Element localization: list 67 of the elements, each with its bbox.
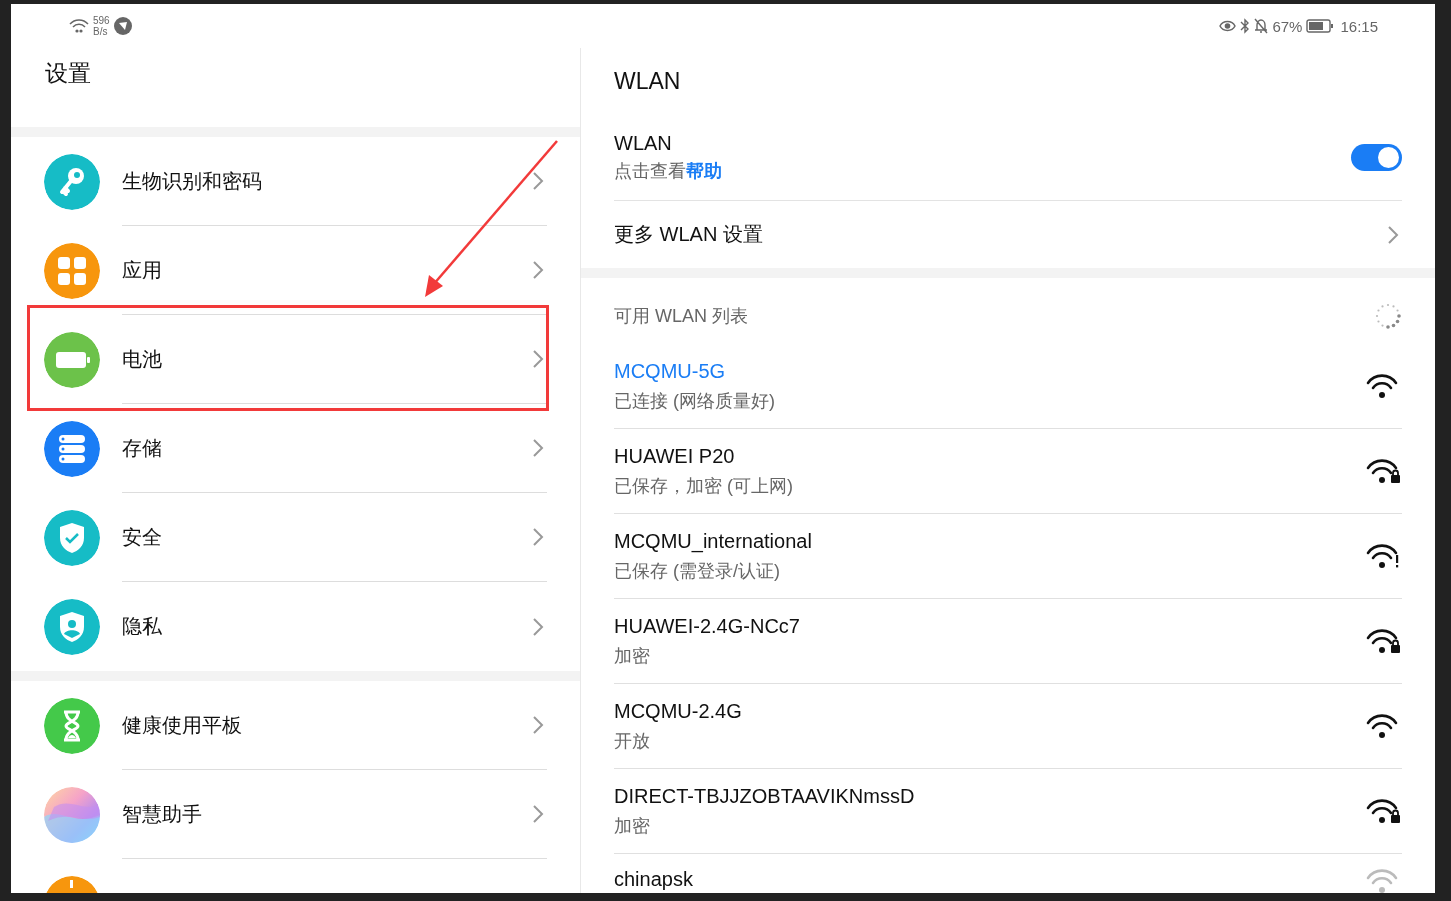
network-name: chinapsk	[614, 868, 693, 891]
wifi-lock-icon	[1366, 797, 1402, 825]
network-item[interactable]: MCQMU-5G 已连接 (网络质量好)	[614, 344, 1402, 429]
item-label: 生物识别和密码	[122, 168, 262, 194]
chevron-icon	[532, 804, 544, 824]
network-status: 已保存，加密 (可上网)	[614, 474, 793, 498]
panel-title: WLAN	[614, 67, 682, 96]
network-status: 开放	[614, 729, 651, 753]
section-header: 可用 WLAN 列表	[614, 305, 748, 328]
network-status: 已连接 (网络质量好)	[614, 389, 775, 413]
settings-item[interactable]: 生物识别和密码	[11, 137, 580, 226]
item-label: 智慧助手	[122, 801, 202, 827]
wifi-lock-icon	[1366, 457, 1402, 485]
network-item[interactable]: MCQMU-2.4G 开放	[614, 684, 1402, 769]
settings-item[interactable]: 智慧助手	[11, 770, 580, 859]
bell-off-icon	[1254, 18, 1269, 34]
page-title: 设置	[44, 59, 92, 88]
wifi-icon	[69, 18, 89, 34]
network-status: 加密	[614, 644, 651, 668]
chevron-icon	[532, 438, 544, 458]
chevron-icon	[532, 349, 544, 369]
network-item[interactable]: chinapsk	[614, 854, 1402, 893]
network-name: DIRECT-TBJJZOBTAAVIKNmssD	[614, 784, 915, 808]
settings-item[interactable]: 存储	[11, 404, 580, 493]
network-item[interactable]: HUAWEI P20 已保存，加密 (可上网)	[614, 429, 1402, 514]
chevron-icon	[532, 260, 544, 280]
settings-item[interactable]: 电池	[11, 315, 580, 404]
item-label: 健康使用平板	[122, 712, 242, 738]
settings-item[interactable]: 应用	[11, 226, 580, 315]
network-speed-value: 596	[93, 15, 110, 26]
network-item[interactable]: HUAWEI-2.4G-NCc7 加密	[614, 599, 1402, 684]
chevron-icon	[532, 171, 544, 191]
help-hint: 点击查看帮助	[614, 159, 722, 183]
chevron-icon	[532, 527, 544, 547]
item-label: 安全	[122, 524, 162, 550]
network-name: HUAWEI P20	[614, 444, 736, 468]
toggle-switch[interactable]	[1351, 143, 1402, 171]
settings-item[interactable]: 健康使用平板	[11, 681, 580, 770]
app-icon	[113, 17, 132, 35]
settings-item[interactable]: 隐私	[11, 582, 580, 671]
chevron-icon	[532, 715, 544, 735]
clock-time: 16:15	[1340, 17, 1378, 35]
network-speed-unit: B/s	[93, 26, 109, 37]
switch-label: WLAN	[614, 131, 673, 155]
network-name: MCQMU_international	[614, 529, 812, 553]
network-name: MCQMU-2.4G	[614, 699, 742, 723]
eye-icon	[1219, 20, 1237, 32]
battery-percent: 67%	[1272, 17, 1303, 35]
network-name: HUAWEI-2.4G-NCc7	[614, 614, 800, 638]
network-status: 已保存 (需登录/认证)	[614, 559, 781, 583]
network-status: 加密	[614, 814, 651, 838]
item-label: 隐私	[122, 614, 162, 639]
loading-icon	[1374, 302, 1402, 330]
bluetooth-icon	[1240, 18, 1251, 34]
orb-icon	[44, 786, 100, 843]
network-item[interactable]: MCQMU_international 已保存 (需登录/认证)	[614, 514, 1402, 599]
chevron-icon	[532, 616, 544, 637]
network-name: MCQMU-5G	[614, 359, 727, 383]
more-settings-item[interactable]: 更多 WLAN 设置	[614, 201, 1402, 268]
network-item[interactable]: DIRECT-TBJJZOBTAAVIKNmssD 加密	[614, 769, 1402, 854]
settings-item[interactable]: 安全	[11, 493, 580, 582]
item-label: 电池	[122, 346, 162, 372]
item-label: 存储	[122, 435, 162, 461]
battery-icon	[1306, 19, 1335, 33]
item-label: 应用	[122, 257, 162, 283]
chevron-icon	[1387, 224, 1399, 245]
wifi-lock-icon	[1366, 627, 1402, 655]
